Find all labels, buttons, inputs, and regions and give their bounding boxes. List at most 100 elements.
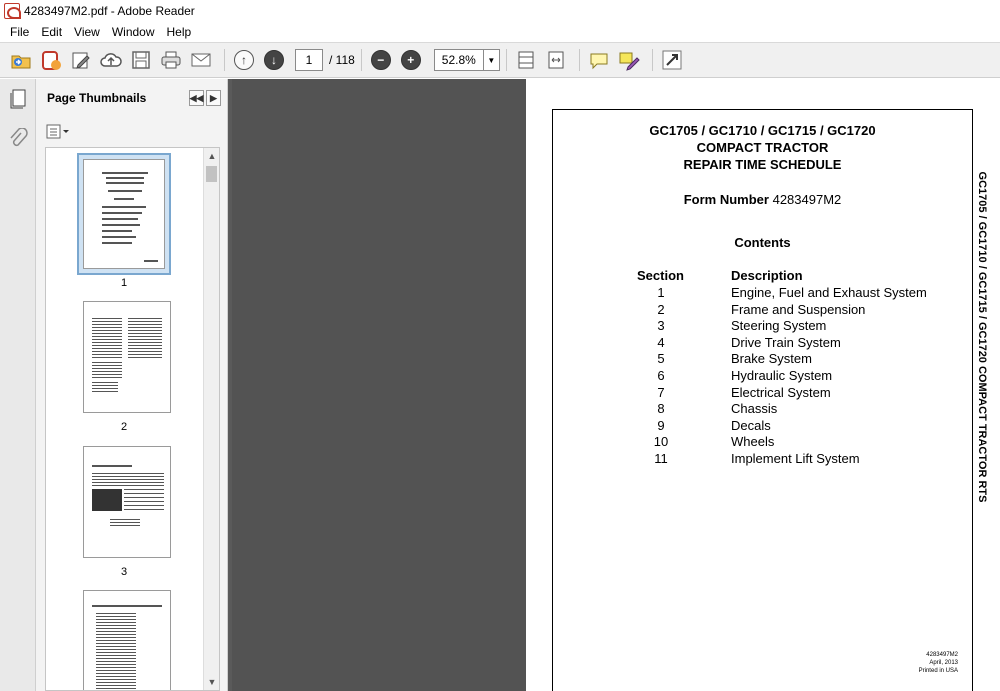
thumbnail-text-line	[106, 182, 144, 184]
thumbnail-scrollbar[interactable]: ▲ ▼	[203, 148, 219, 690]
thumbnail-text-line	[102, 172, 148, 174]
description-column-header: Description	[731, 268, 803, 283]
section-number: 4	[657, 334, 665, 350]
toolbar-separator	[360, 49, 362, 71]
form-number: Form Number 4283497M2	[552, 192, 973, 207]
zoom-out-button[interactable]: −	[368, 47, 394, 73]
options-menu-icon	[46, 124, 69, 139]
highlight-button[interactable]	[616, 47, 642, 73]
section-number: 3	[657, 318, 665, 334]
pages-icon	[10, 89, 26, 109]
expand-icon	[662, 50, 682, 70]
toolbar-separator	[651, 49, 653, 71]
toolbar-separator	[505, 49, 507, 71]
thumbnail-page-2[interactable]	[83, 301, 171, 413]
comment-button[interactable]	[586, 47, 612, 73]
cloud-upload-button[interactable]	[98, 47, 124, 73]
thumbnail-label: 1	[120, 277, 128, 289]
zoom-in-button[interactable]: +	[398, 47, 424, 73]
plus-icon: +	[400, 50, 421, 70]
page-thumbnails-tab[interactable]	[0, 79, 36, 119]
section-number: 5	[657, 351, 665, 367]
thumbnail-text-line	[102, 242, 132, 244]
highlighter-icon	[619, 52, 640, 71]
create-pdf-icon	[42, 51, 61, 70]
thumbnail-text-line	[92, 489, 122, 511]
thumbnail-text-line	[108, 190, 142, 192]
fit-page-button[interactable]	[513, 47, 539, 73]
form-number-value: 4283497M2	[772, 192, 842, 207]
save-disk-icon	[132, 51, 150, 69]
previous-page-button[interactable]: ↑	[231, 47, 257, 73]
thumbnail-list[interactable]: 1 2 3 ▲ ▼	[45, 147, 220, 691]
document-title-line-2: COMPACT TRACTOR	[696, 140, 829, 155]
toolbar-separator	[578, 49, 580, 71]
section-description: Implement Lift System	[731, 451, 860, 466]
minus-icon: −	[370, 50, 391, 70]
fit-width-button[interactable]	[543, 47, 569, 73]
paperclip-icon	[10, 128, 28, 147]
thumbnail-text-line	[92, 318, 122, 358]
collapse-left-icon[interactable]: ◀◀	[189, 90, 204, 106]
page-number-input[interactable]: 1	[295, 49, 323, 71]
menu-file[interactable]: File	[4, 25, 35, 39]
document-view[interactable]: GC1705 / GC1710 / GC1715 / GC1720 COMPAC…	[232, 79, 1000, 691]
zoom-select[interactable]: 52.8% ▼	[433, 49, 500, 71]
thumbnail-text-line	[102, 212, 142, 214]
thumbnail-text-line	[106, 177, 144, 179]
menu-help[interactable]: Help	[161, 25, 198, 39]
section-number: 7	[657, 384, 665, 400]
page-count: / 118	[329, 53, 355, 67]
open-button[interactable]	[8, 47, 34, 73]
scrollbar-thumb[interactable]	[206, 166, 217, 182]
section-number: 2	[657, 301, 665, 317]
menu-window[interactable]: Window	[106, 25, 161, 39]
title-bar: 4283497M2.pdf - Adobe Reader	[0, 0, 1000, 22]
scroll-up-icon[interactable]: ▲	[204, 148, 219, 164]
arrow-up-icon: ↑	[234, 50, 254, 70]
section-description: Hydraulic System	[731, 368, 833, 383]
speech-bubble-icon	[590, 53, 608, 70]
thumbnail-text-line	[102, 236, 136, 238]
section-number: 9	[657, 417, 665, 433]
thumbnail-text-line	[92, 382, 118, 392]
thumbnail-text-line	[102, 206, 146, 208]
edit-pencil-icon	[72, 52, 90, 69]
thumbnail-options[interactable]	[36, 117, 227, 147]
menu-view[interactable]: View	[68, 25, 106, 39]
fit-page-icon	[518, 51, 534, 69]
scroll-down-icon[interactable]: ▼	[204, 674, 219, 690]
thumbnail-text-line	[92, 473, 164, 487]
attachments-tab[interactable]	[0, 119, 36, 159]
menu-edit[interactable]: Edit	[35, 25, 68, 39]
fit-width-icon	[548, 51, 564, 69]
chevron-down-icon[interactable]: ▼	[482, 50, 499, 70]
adobe-pdf-icon	[4, 3, 21, 19]
section-description: Engine, Fuel and Exhaust System	[731, 285, 927, 300]
section-description: Steering System	[731, 318, 827, 334]
thumbnail-text-line	[92, 605, 162, 607]
thumbnail-page-3[interactable]	[83, 446, 171, 558]
thumbnail-text-line	[110, 519, 140, 527]
edit-pdf-button[interactable]	[68, 47, 94, 73]
thumbnail-text-line	[102, 218, 138, 220]
document-title-line-1: GC1705 / GC1710 / GC1715 / GC1720	[649, 123, 876, 138]
navigation-rail	[0, 79, 36, 691]
thumbnail-text-line	[92, 362, 122, 378]
next-page-button[interactable]: ↓	[261, 47, 287, 73]
section-number: 10	[653, 434, 669, 450]
thumbnail-page-4[interactable]	[83, 590, 171, 690]
cloud-upload-icon	[100, 53, 122, 67]
thumbnail-page-1[interactable]	[83, 159, 165, 269]
thumbnail-label: 3	[120, 566, 128, 578]
printer-icon	[161, 51, 181, 69]
create-pdf-button[interactable]	[38, 47, 64, 73]
pdf-page: GC1705 / GC1710 / GC1715 / GC1720 COMPAC…	[526, 79, 1000, 691]
thumbnail-text-line	[128, 318, 162, 358]
print-button[interactable]	[158, 47, 184, 73]
email-button[interactable]	[188, 47, 214, 73]
save-button[interactable]	[128, 47, 154, 73]
expand-right-icon[interactable]: ▶	[206, 90, 221, 106]
full-screen-button[interactable]	[659, 47, 685, 73]
envelope-icon	[191, 53, 211, 67]
